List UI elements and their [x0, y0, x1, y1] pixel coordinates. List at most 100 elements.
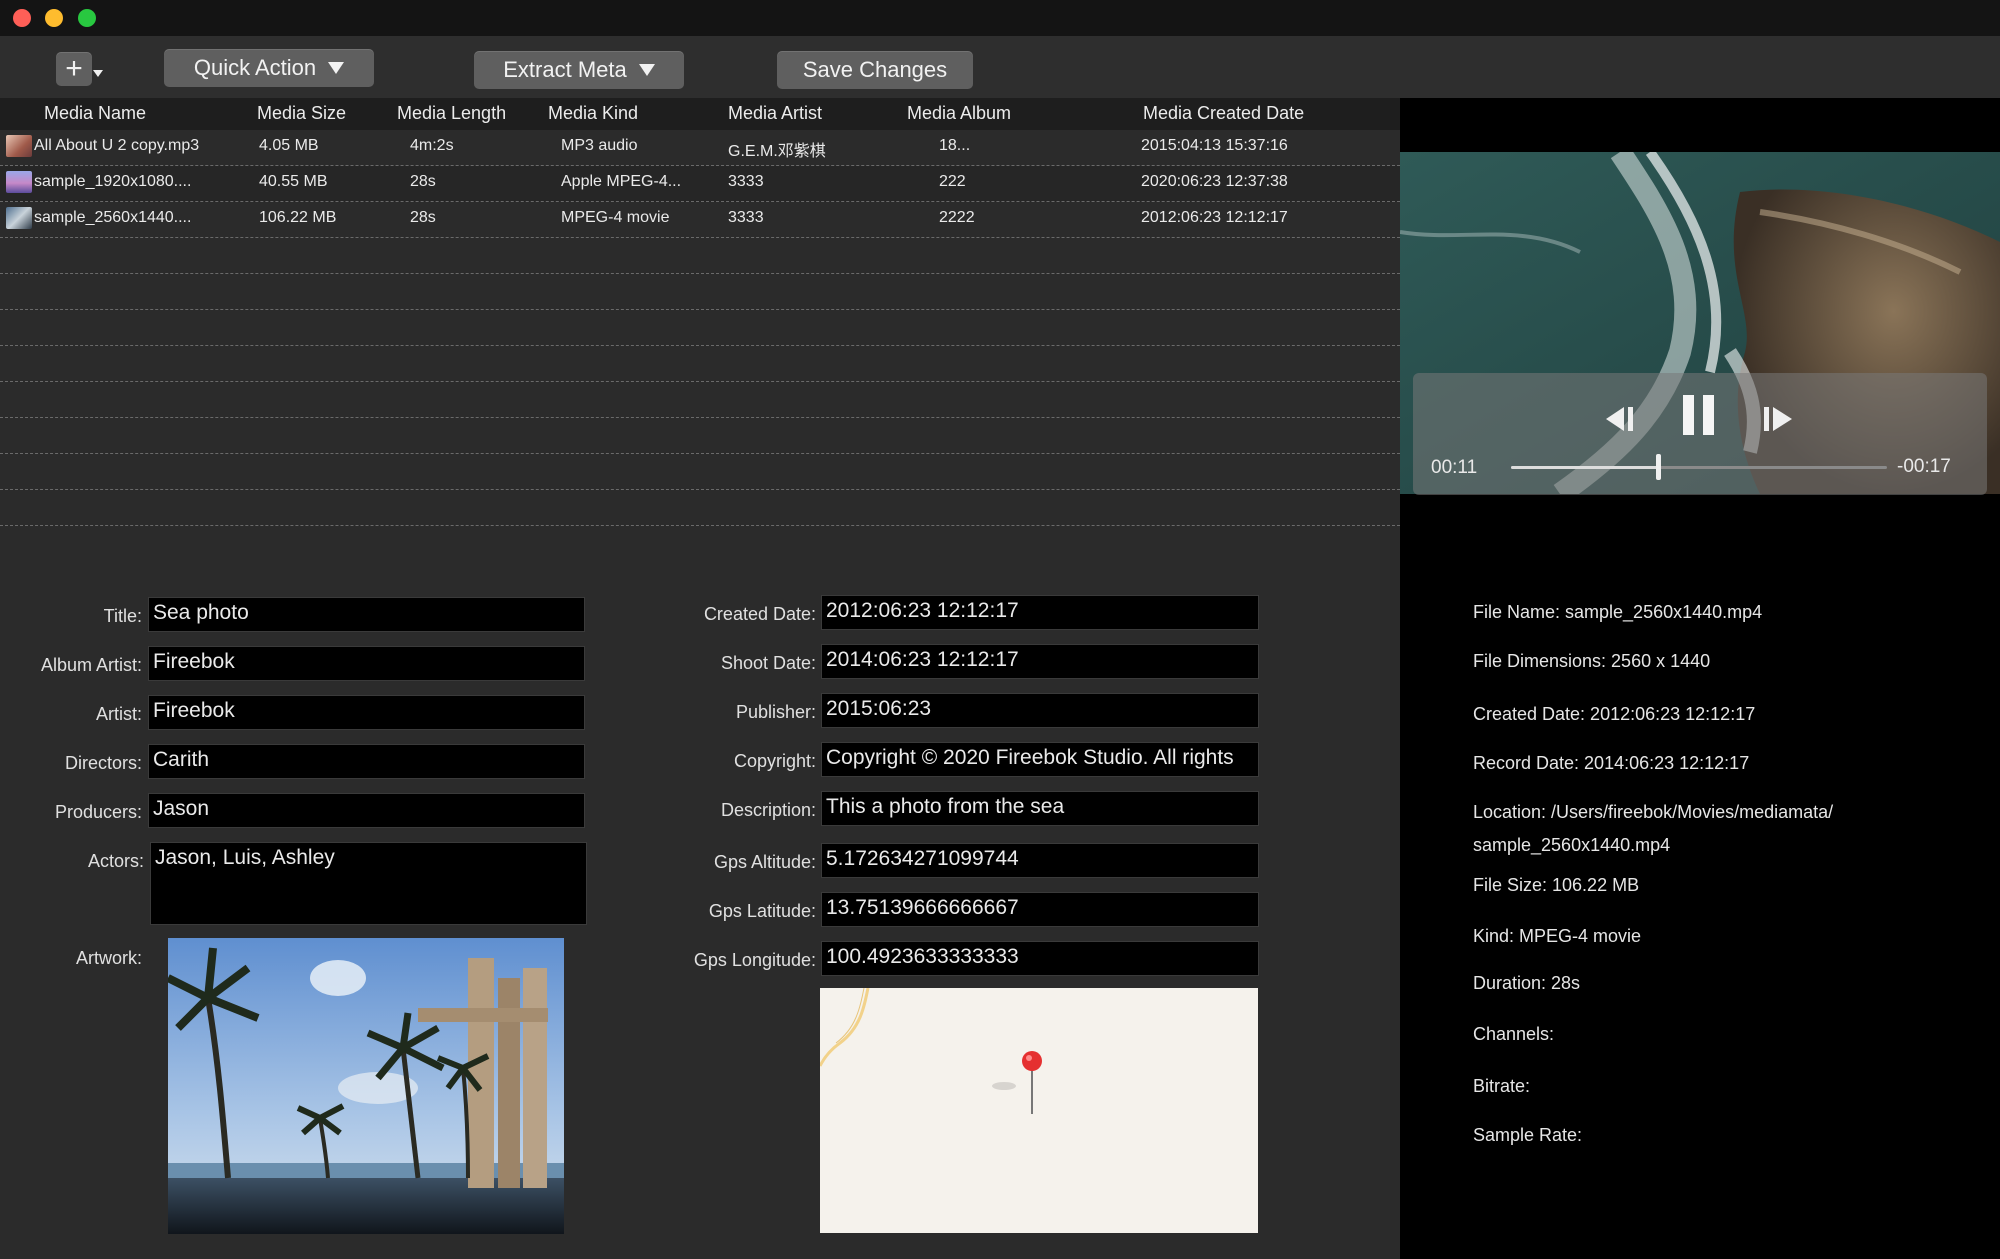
empty-table-row — [0, 490, 1400, 526]
empty-table-row — [0, 310, 1400, 346]
publisher-field[interactable]: 2015:06:23 — [821, 693, 1259, 728]
cell-media-length: 28s — [410, 209, 436, 226]
column-media-kind[interactable]: Media Kind — [548, 103, 638, 124]
column-media-created-date[interactable]: Media Created Date — [1143, 103, 1304, 124]
step-back-icon[interactable] — [1600, 403, 1640, 435]
empty-table-row — [0, 454, 1400, 490]
info-file-name: File Name: sample_2560x1440.mp4 — [1473, 602, 1763, 622]
description-field[interactable]: This a photo from the sea — [821, 791, 1259, 826]
minimize-window-button[interactable] — [45, 9, 63, 27]
location-map[interactable] — [820, 988, 1258, 1233]
zoom-window-button[interactable] — [78, 9, 96, 27]
remaining-time: -00:17 — [1897, 456, 1951, 477]
scrubber-handle[interactable] — [1655, 454, 1661, 480]
add-menu-caret-icon[interactable] — [93, 70, 103, 77]
title-label: Title: — [103, 606, 142, 626]
cell-media-length: 28s — [410, 173, 436, 190]
extract-meta-label: Extract Meta — [503, 57, 627, 82]
created-date-field[interactable]: 2012:06:23 12:12:17 — [821, 595, 1259, 630]
artist-label: Artist: — [95, 704, 142, 724]
cell-media-size: 106.22 MB — [259, 209, 337, 226]
audio-thumbnail-icon — [6, 135, 32, 157]
info-duration: Duration: 28s — [1473, 973, 1581, 993]
column-media-size[interactable]: Media Size — [257, 103, 346, 124]
elapsed-time: 00:11 — [1431, 457, 1478, 478]
cell-media-created-date: 2015:04:13 15:37:16 — [1141, 137, 1288, 154]
cell-media-album: 18... — [939, 137, 971, 154]
column-media-artist[interactable]: Media Artist — [728, 103, 822, 124]
directors-label: Directors: — [64, 753, 142, 773]
info-file-size: File Size: 106.22 MB — [1473, 875, 1640, 895]
gps-latitude-label: Gps Latitude: — [708, 901, 816, 921]
save-changes-label: Save Changes — [802, 57, 948, 82]
artwork-label: Artwork: — [75, 948, 142, 968]
info-record-date: Record Date: 2014:06:23 12:12:17 — [1473, 753, 1750, 773]
pause-icon[interactable] — [1679, 393, 1719, 437]
video-thumbnail-icon — [6, 171, 32, 193]
cell-media-kind: MP3 audio — [561, 137, 638, 154]
info-location: Location: /Users/fireebok/Movies/mediama… — [1473, 802, 1834, 822]
producers-field[interactable]: Jason — [148, 793, 585, 828]
cell-media-size: 40.55 MB — [259, 173, 328, 190]
album-artist-field[interactable]: Fireebok — [148, 646, 585, 681]
cell-media-created-date: 2020:06:23 12:37:38 — [1141, 173, 1288, 190]
gps-longitude-field[interactable]: 100.4923633333333 — [821, 941, 1259, 976]
extract-meta-button[interactable]: Extract Meta — [474, 51, 684, 89]
info-bitrate: Bitrate: — [1473, 1076, 1531, 1096]
table-row[interactable]: sample_1920x1080.... 40.55 MB 28s Apple … — [0, 166, 1400, 202]
table-row[interactable]: sample_2560x1440.... 106.22 MB 28s MPEG-… — [0, 202, 1400, 238]
actors-label: Actors: — [87, 851, 144, 871]
info-kind: Kind: MPEG-4 movie — [1473, 926, 1642, 946]
column-media-name[interactable]: Media Name — [44, 103, 146, 124]
info-sample-rate: Sample Rate: — [1473, 1125, 1583, 1145]
description-label: Description: — [720, 800, 816, 820]
dropdown-arrow-icon — [638, 64, 655, 76]
playback-scrubber[interactable] — [1511, 466, 1887, 469]
cell-media-album: 222 — [939, 173, 966, 190]
title-field[interactable]: Sea photo — [148, 597, 585, 632]
info-channels: Channels: — [1473, 1024, 1555, 1044]
step-forward-icon[interactable] — [1758, 403, 1798, 435]
cell-media-name: All About U 2 copy.mp3 — [34, 137, 200, 154]
toolbar: + Quick Action Extract Meta Save Changes — [0, 36, 2000, 98]
video-thumbnail-icon — [6, 207, 32, 229]
media-table: Media Name Media Size Media Length Media… — [0, 98, 1400, 558]
table-row[interactable]: All About U 2 copy.mp3 4.05 MB 4m:2s MP3… — [0, 130, 1400, 166]
cell-media-created-date: 2012:06:23 12:12:17 — [1141, 209, 1288, 226]
gps-altitude-label: Gps Altitude: — [713, 852, 816, 872]
actors-field[interactable]: Jason, Luis, Ashley — [150, 842, 587, 925]
column-media-length[interactable]: Media Length — [397, 103, 506, 124]
info-file-dimensions: File Dimensions: 2560 x 1440 — [1473, 651, 1711, 671]
cell-media-name: sample_2560x1440.... — [34, 209, 192, 226]
producers-label: Producers: — [54, 802, 142, 822]
artist-field[interactable]: Fireebok — [148, 695, 585, 730]
empty-table-row — [0, 382, 1400, 418]
shoot-date-label: Shoot Date: — [720, 653, 816, 673]
cell-media-artist: 3333 — [728, 209, 764, 226]
gps-latitude-field[interactable]: 13.75139666666667 — [821, 892, 1259, 927]
cell-media-size: 4.05 MB — [259, 137, 319, 154]
quick-action-button[interactable]: Quick Action — [164, 49, 374, 87]
gps-longitude-label: Gps Longitude: — [693, 950, 816, 970]
palm-beach-photo — [168, 938, 564, 1234]
publisher-label: Publisher: — [735, 702, 816, 722]
album-artist-label: Album Artist: — [40, 655, 142, 675]
copyright-label: Copyright: — [733, 751, 816, 771]
close-window-button[interactable] — [13, 9, 31, 27]
empty-table-row — [0, 418, 1400, 454]
cell-media-name: sample_1920x1080.... — [34, 173, 192, 190]
empty-table-row — [0, 346, 1400, 382]
empty-table-row — [0, 274, 1400, 310]
artwork-image[interactable] — [168, 938, 564, 1234]
copyright-field[interactable]: Copyright © 2020 Fireebok Studio. All ri… — [821, 742, 1259, 777]
directors-field[interactable]: Carith — [148, 744, 585, 779]
cell-media-album: 2222 — [939, 209, 975, 226]
cell-media-artist: 3333 — [728, 173, 764, 190]
save-changes-button[interactable]: Save Changes — [777, 51, 973, 89]
gps-altitude-field[interactable]: 5.172634271099744 — [821, 843, 1259, 878]
dropdown-arrow-icon — [328, 62, 345, 74]
add-media-button[interactable]: + — [56, 52, 92, 86]
title-bar — [0, 0, 2000, 36]
column-media-album[interactable]: Media Album — [907, 103, 1011, 124]
shoot-date-field[interactable]: 2014:06:23 12:12:17 — [821, 644, 1259, 679]
